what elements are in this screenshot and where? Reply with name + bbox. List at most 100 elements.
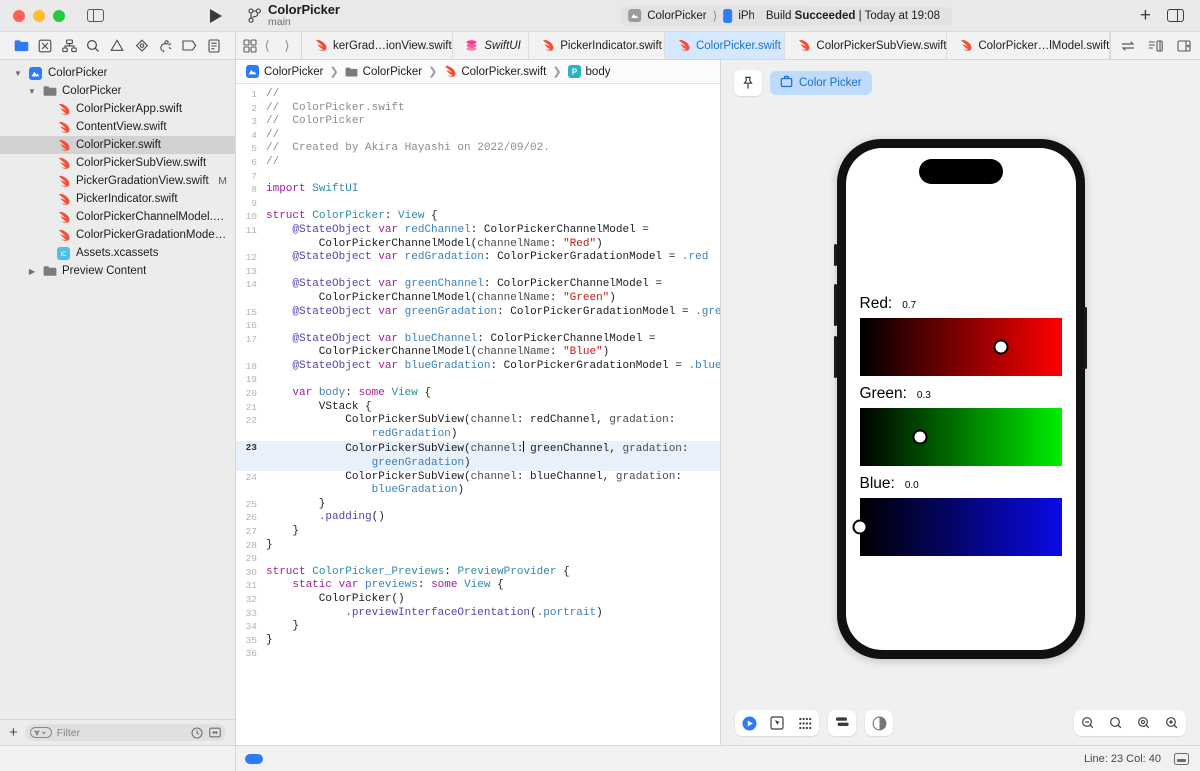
code-line[interactable]: 11 @StateObject var redChannel: ColorPic… [236,224,720,251]
add-file-button[interactable]: + [9,725,18,740]
file-tree-row[interactable]: ▼ ColorPicker [0,64,235,82]
channel-indicator[interactable] [993,339,1009,354]
minimize-window-button[interactable] [33,9,45,22]
editor-tab-4[interactable]: ColorPickerSubView.swift [785,32,948,59]
code-line[interactable]: 3 // ColorPicker [236,115,720,129]
code-line[interactable]: 22 ColorPickerSubView(channel: redChanne… [236,414,720,441]
code-line[interactable]: 17 @StateObject var blueChannel: ColorPi… [236,333,720,360]
code-area[interactable]: 1//2// ColorPicker.swift 3// ColorPicker 4… [236,84,720,745]
file-tree-row[interactable]: IC Assets.xcassets [0,244,235,262]
toggle-preview-icon[interactable] [1176,38,1191,53]
zoom-out-button[interactable] [1074,710,1102,736]
editor-tab-2[interactable]: PickerIndicator.swift [529,32,665,59]
code-line[interactable]: 9 [236,197,720,211]
file-tree-row[interactable]: ▶ Preview Content [0,262,235,280]
editor-tab-1[interactable]: SwiftUI [453,32,530,59]
code-line[interactable]: 34 } [236,620,720,634]
filter-scope-icon[interactable] [29,727,52,738]
editor-tab-0[interactable]: kerGrad…ionView.swift [302,32,454,59]
code-line[interactable]: 26 .padding() [236,511,720,525]
breadcrumb-item-0[interactable]: ColorPicker [246,65,323,78]
code-line[interactable]: 25 } [236,498,720,512]
preview-appearance-button[interactable] [865,710,893,736]
code-line[interactable]: 16 [236,319,720,333]
disclosure-open-icon[interactable]: ▼ [27,87,37,96]
code-line[interactable]: 27 } [236,525,720,539]
code-line[interactable]: 23 ColorPickerSubView(channel: greenChan… [236,441,720,471]
code-line[interactable]: 13 [236,265,720,279]
breadcrumb-item-2[interactable]: ColorPicker.swift [443,65,546,78]
code-line[interactable]: 12 @StateObject var redGradation: ColorP… [236,251,720,265]
code-line[interactable]: 31 static var previews: some View { [236,579,720,593]
run-button[interactable] [210,8,222,23]
code-line[interactable]: 4 // [236,129,720,143]
code-line[interactable]: 5 // Created by Akira Hayashi on 2022/09/… [236,142,720,156]
code-line[interactable]: 19 [236,373,720,387]
file-tree-row[interactable]: ColorPickerApp.swift [0,100,235,118]
editor-tab-5[interactable]: ColorPicker…lModel.swift [947,32,1110,59]
file-tree-row[interactable]: ColorPickerSubView.swift [0,154,235,172]
file-tree-row[interactable]: PickerGradationView.swift M [0,172,235,190]
toggle-navigator-icon[interactable] [87,9,104,22]
recent-files-icon[interactable] [190,726,203,739]
code-line[interactable]: 18 @StateObject var blueGradation: Color… [236,360,720,374]
channel-slider[interactable] [859,317,1062,376]
code-line[interactable]: 29 [236,552,720,566]
disclosure-closed-icon[interactable]: ▶ [27,267,37,276]
navigate-forward-button[interactable]: ⟩ [277,38,297,54]
add-editor-icon[interactable]: + [1140,6,1151,25]
code-line[interactable]: 15 @StateObject var greenGradation: Colo… [236,306,720,320]
pin-icon[interactable] [734,70,762,96]
branch-indicator[interactable]: ColorPicker main [236,2,340,29]
maximize-window-button[interactable] [53,9,65,22]
issue-navigator-icon[interactable] [109,37,126,54]
find-navigator-icon[interactable] [85,37,102,54]
channel-slider[interactable] [852,497,1062,556]
navigate-back-button[interactable]: ⟨ [257,38,277,54]
symbol-navigator-icon[interactable] [61,37,78,54]
toggle-inspector-icon[interactable] [1167,9,1184,22]
code-line[interactable]: 28} [236,539,720,553]
debug-navigator-icon[interactable] [157,37,174,54]
code-line[interactable]: 20 var body: some View { [236,387,720,401]
filter-field[interactable]: Filter [24,724,226,741]
project-navigator-icon[interactable] [13,37,30,54]
disclosure-open-icon[interactable]: ▼ [13,69,23,78]
file-tree-row[interactable]: PickerIndicator.swift [0,190,235,208]
build-status-banner[interactable]: Build Succeeded | Today at 19:08 [753,6,953,25]
preview-select-button[interactable] [763,710,791,736]
code-line[interactable]: 21 VStack { [236,401,720,415]
minimap-toggle-icon[interactable] [1174,752,1189,765]
channel-indicator[interactable] [852,519,867,534]
preview-tab-color-picker[interactable]: Color Picker [770,71,872,95]
breadcrumb-item-1[interactable]: ColorPicker [345,65,422,78]
code-line[interactable]: 8 import SwiftUI [236,183,720,197]
close-window-button[interactable] [13,9,25,22]
file-tree-row[interactable]: ColorPicker.swift [0,136,235,154]
code-line[interactable]: 24 ColorPickerSubView(channel: blueChann… [236,471,720,498]
file-tree-row[interactable]: ▼ ColorPicker [0,82,235,100]
code-line[interactable]: 1 // [236,88,720,102]
file-tree-row[interactable]: ColorPickerChannelModel.s… [0,208,235,226]
code-line[interactable]: 36 [236,647,720,661]
code-line[interactable]: 10 struct ColorPicker: View { [236,210,720,224]
editor-swap-icon[interactable] [1120,38,1135,53]
code-line[interactable]: 6 // [236,156,720,170]
nested-files-icon[interactable] [208,726,221,739]
file-tree-row[interactable]: ContentView.swift [0,118,235,136]
test-navigator-icon[interactable] [133,37,150,54]
zoom-fit-button[interactable] [1130,710,1158,736]
channel-slider[interactable] [859,407,1062,466]
code-line[interactable]: 35} [236,634,720,648]
editor-tab-3[interactable]: ColorPicker.swift [664,32,786,59]
file-tree-row[interactable]: ColorPickerGradationModel… [0,226,235,244]
zoom-actual-size-button[interactable] [1102,710,1130,736]
channel-indicator[interactable] [912,429,928,444]
code-line[interactable]: 14 @StateObject var greenChannel: ColorP… [236,278,720,305]
preview-play-button[interactable] [735,710,763,736]
editor-grid-icon[interactable] [242,38,257,53]
report-navigator-icon[interactable] [205,37,222,54]
breakpoint-navigator-icon[interactable] [181,37,198,54]
code-line[interactable]: 30 struct ColorPicker_Previews: PreviewPr… [236,566,720,580]
breadcrumb-item-3[interactable]: Pbody [567,65,610,78]
